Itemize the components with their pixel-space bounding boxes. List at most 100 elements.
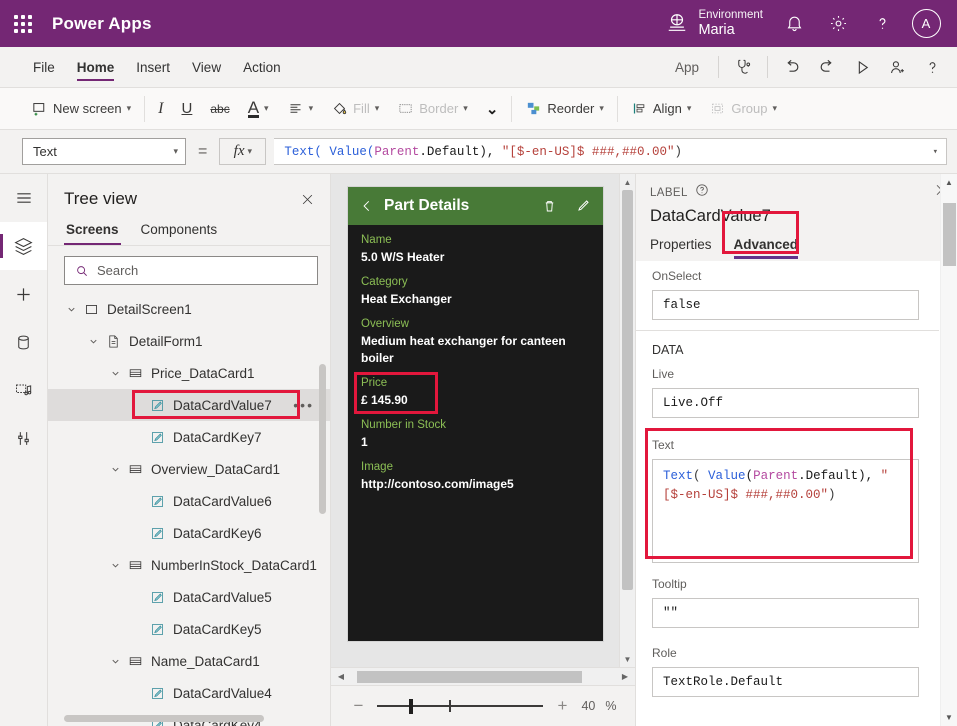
insert-plus-icon[interactable] xyxy=(0,270,47,318)
stethoscope-checker-icon[interactable] xyxy=(726,52,760,82)
tree-view-layers-icon[interactable] xyxy=(0,222,47,270)
redo-icon[interactable] xyxy=(810,52,844,82)
fill-button[interactable]: Fill ▾ xyxy=(322,92,388,126)
ribbon-more-button[interactable]: ⌄ xyxy=(477,92,508,126)
tab-advanced[interactable]: Advanced xyxy=(734,233,799,261)
app-launcher-icon[interactable] xyxy=(0,15,46,33)
zoom-slider[interactable] xyxy=(377,699,543,713)
help-icon[interactable] xyxy=(915,52,949,82)
app-menu-button[interactable]: App xyxy=(663,60,711,75)
play-preview-icon[interactable] xyxy=(845,52,879,82)
role-input[interactable]: TextRole.Default xyxy=(652,667,919,697)
scroll-track[interactable] xyxy=(941,191,957,709)
back-chevron-icon[interactable] xyxy=(360,197,374,215)
advanced-tools-icon[interactable] xyxy=(0,414,47,462)
scroll-track[interactable] xyxy=(349,671,617,683)
tree-node[interactable]: DataCardKey5 xyxy=(48,613,330,645)
border-button[interactable]: Border ▾ xyxy=(388,92,477,126)
help-icon[interactable] xyxy=(861,0,903,47)
chevron-down-icon[interactable] xyxy=(62,304,80,315)
tree-horizontal-scrollbar[interactable] xyxy=(64,715,264,722)
align-button[interactable]: ▾ xyxy=(278,92,323,126)
italic-button[interactable]: I xyxy=(149,92,172,126)
new-screen-button[interactable]: New screen ▾ xyxy=(22,92,140,126)
media-icon[interactable] xyxy=(0,366,47,414)
scroll-thumb[interactable] xyxy=(943,203,956,266)
tree-node[interactable]: DataCardValue4 xyxy=(48,677,330,709)
menu-hamburger-icon[interactable] xyxy=(0,174,47,222)
tree-node[interactable]: DetailForm1 xyxy=(48,325,330,357)
chevron-down-icon[interactable] xyxy=(106,560,124,571)
property-select[interactable]: Text ▾ xyxy=(22,138,186,165)
environment-selector[interactable]: Environment Maria xyxy=(666,9,763,39)
notifications-icon[interactable] xyxy=(773,0,815,47)
scroll-left-icon[interactable]: ◀ xyxy=(333,672,349,681)
screen-field[interactable]: CategoryHeat Exchanger xyxy=(361,274,590,308)
pencil-edit-icon[interactable] xyxy=(575,198,591,214)
font-color-button[interactable]: A ▾ xyxy=(239,92,278,126)
screen-field[interactable]: Number in Stock1 xyxy=(361,417,590,451)
settings-icon[interactable] xyxy=(817,0,859,47)
tree-node-selected[interactable]: DataCardValue7••• xyxy=(48,389,330,421)
scroll-down-icon[interactable]: ▼ xyxy=(624,651,632,667)
menu-item-view[interactable]: View xyxy=(181,47,232,87)
tree-vertical-scrollbar[interactable] xyxy=(319,364,326,514)
slider-thumb[interactable] xyxy=(409,699,413,714)
undo-icon[interactable] xyxy=(775,52,809,82)
chevron-down-icon[interactable] xyxy=(106,368,124,379)
strikethrough-button[interactable]: abc xyxy=(201,92,238,126)
live-input[interactable]: Live.Off xyxy=(652,388,919,418)
menu-item-file[interactable]: File xyxy=(22,47,66,87)
share-user-icon[interactable] xyxy=(880,52,914,82)
chevron-down-icon[interactable] xyxy=(106,656,124,667)
canvas-vertical-scrollbar[interactable]: ▲ ▼ xyxy=(619,174,635,667)
tree-node[interactable]: DataCardValue5 xyxy=(48,581,330,613)
tree-node[interactable]: DataCardKey7 xyxy=(48,421,330,453)
tree-node[interactable]: Name_DataCard1 xyxy=(48,645,330,677)
chevron-down-icon[interactable]: ▾ xyxy=(933,147,938,157)
screen-field[interactable]: Imagehttp://contoso.com/image5 xyxy=(361,459,590,493)
tree-node[interactable]: DataCardKey6 xyxy=(48,517,330,549)
reorder-button[interactable]: Reorder ▾ xyxy=(516,92,613,126)
menu-item-insert[interactable]: Insert xyxy=(125,47,181,87)
zoom-in-button[interactable]: + xyxy=(553,696,571,716)
chevron-down-icon[interactable] xyxy=(84,336,102,347)
canvas-horizontal-scrollbar[interactable]: ◀ ▶ xyxy=(331,667,635,685)
screen-field[interactable]: Price£ 145.90 xyxy=(361,375,590,409)
align-controls-button[interactable]: Align ▾ xyxy=(622,92,700,126)
text-formula-input[interactable]: Text( Value(Parent.Default), "[$-en-US]$… xyxy=(652,459,919,563)
tab-components[interactable]: Components xyxy=(139,218,220,245)
help-circle-icon[interactable] xyxy=(695,183,709,202)
data-cylinder-icon[interactable] xyxy=(0,318,47,366)
menu-item-action[interactable]: Action xyxy=(232,47,292,87)
tree-node[interactable]: DetailScreen1 xyxy=(48,293,330,325)
tree-node-more-button[interactable]: ••• xyxy=(293,397,314,413)
scroll-thumb[interactable] xyxy=(622,190,633,590)
group-button[interactable]: Group ▾ xyxy=(700,92,786,126)
underline-button[interactable]: U xyxy=(173,92,202,126)
chevron-down-icon[interactable] xyxy=(106,464,124,475)
tree-node[interactable]: NumberInStock_DataCard1 xyxy=(48,549,330,581)
tree-node[interactable]: Overview_DataCard1 xyxy=(48,453,330,485)
tab-properties[interactable]: Properties xyxy=(650,233,712,261)
canvas-stage[interactable]: Part Details Name5.0 W/S HeaterCategoryH… xyxy=(331,174,635,667)
app-screen-preview[interactable]: Part Details Name5.0 W/S HeaterCategoryH… xyxy=(348,187,603,641)
avatar[interactable]: A xyxy=(905,0,947,47)
scroll-thumb[interactable] xyxy=(357,671,582,683)
scroll-down-icon[interactable]: ▼ xyxy=(941,709,957,726)
menu-item-home[interactable]: Home xyxy=(66,47,126,87)
screen-field[interactable]: Name5.0 W/S Heater xyxy=(361,232,590,266)
formula-input[interactable]: Text( Value(Parent.Default), "[$-en-US]$… xyxy=(274,138,947,165)
trash-icon[interactable] xyxy=(542,198,557,214)
tab-screens[interactable]: Screens xyxy=(64,218,121,245)
screen-field[interactable]: OverviewMedium heat exchanger for cantee… xyxy=(361,316,590,367)
zoom-out-button[interactable]: − xyxy=(349,696,367,716)
scroll-up-icon[interactable]: ▲ xyxy=(941,174,957,191)
fx-button[interactable]: fx ▾ xyxy=(219,138,266,165)
search-input[interactable]: Search xyxy=(64,256,318,285)
properties-vertical-scrollbar[interactable]: ▲ ▼ xyxy=(940,174,957,726)
tree-node[interactable]: DataCardValue6 xyxy=(48,485,330,517)
onselect-input[interactable]: false xyxy=(652,290,919,320)
scroll-right-icon[interactable]: ▶ xyxy=(617,672,633,681)
tooltip-input[interactable]: "" xyxy=(652,598,919,628)
